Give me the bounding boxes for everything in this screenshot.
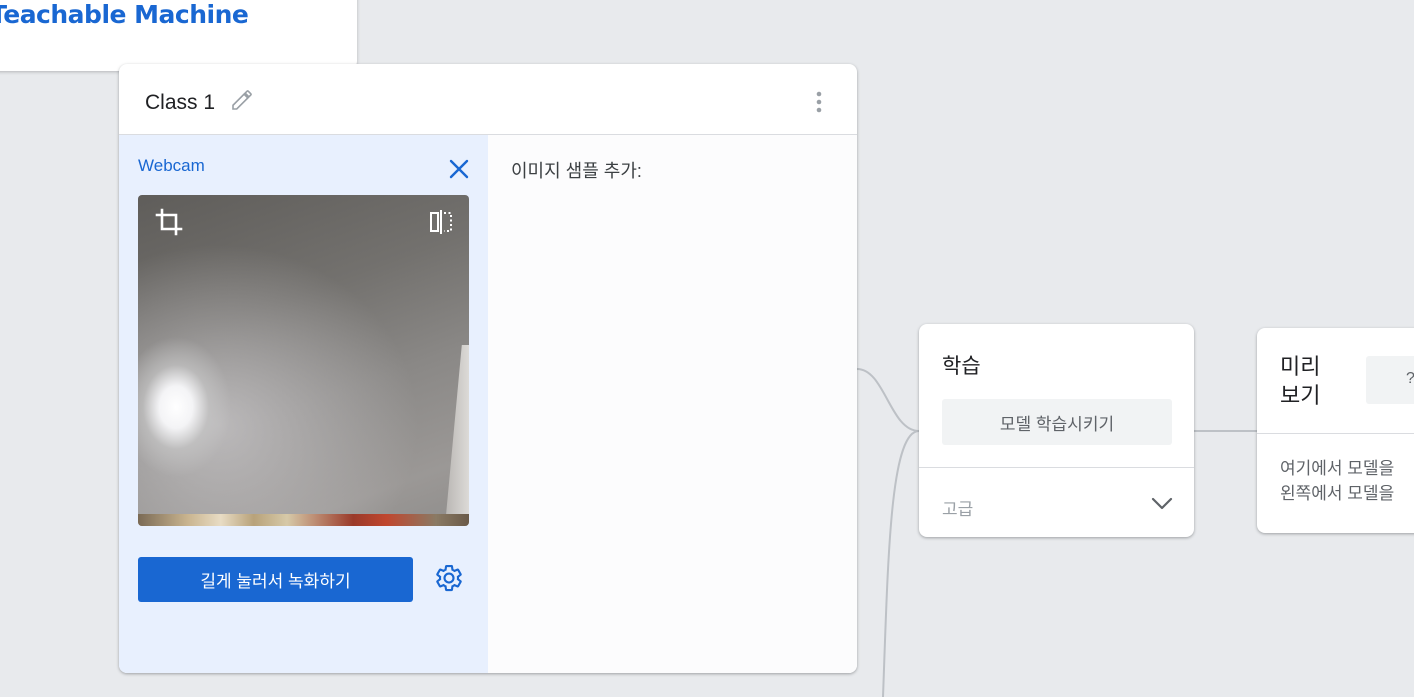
webcam-panel: Webcam 길게 눌러서 녹화하기: [119, 135, 488, 673]
preview-title: 미리 보기: [1280, 352, 1340, 410]
bottom-to-train-connector: [882, 430, 920, 697]
preview-desc-line2: 왼쪽에서 모델을: [1280, 484, 1395, 503]
webcam-scene-shelf: [138, 514, 469, 526]
preview-description: 여기에서 모델을 왼쪽에서 모델을: [1280, 456, 1414, 506]
class-name[interactable]: Class 1: [145, 91, 215, 115]
samples-area: 이미지 샘플 추가:: [488, 135, 857, 673]
advanced-label[interactable]: 고급: [942, 495, 973, 520]
gear-icon[interactable]: [434, 563, 464, 593]
class-card: Class 1 Webcam 길게 눌러서 녹화하기 이미지 샘플 추가:: [119, 64, 857, 673]
export-model-button[interactable]: ?: [1366, 356, 1414, 404]
preview-title-line1: 미리: [1280, 354, 1321, 379]
class-header: Class 1: [119, 64, 857, 135]
app-logo-title[interactable]: Teachable Machine: [0, 0, 249, 29]
logo-card: Teachable Machine: [0, 0, 357, 71]
class-to-train-connector: [856, 368, 920, 432]
webcam-label: Webcam: [138, 156, 205, 175]
flip-icon[interactable]: [428, 209, 454, 235]
training-card: 학습 모델 학습시키기 고급: [919, 324, 1194, 537]
export-icon: ?: [1406, 370, 1414, 388]
close-icon[interactable]: [445, 155, 473, 183]
pencil-icon[interactable]: [230, 88, 254, 112]
preview-divider: [1257, 433, 1414, 434]
training-title: 학습: [942, 355, 981, 378]
add-samples-label: 이미지 샘플 추가:: [511, 161, 642, 181]
webcam-scene-wall: [445, 345, 469, 526]
preview-title-line2: 보기: [1280, 383, 1321, 408]
hold-to-record-button[interactable]: 길게 눌러서 녹화하기: [138, 557, 413, 602]
chevron-down-icon[interactable]: [1149, 490, 1175, 516]
training-divider: [919, 467, 1194, 468]
preview-card: 미리 보기 ? 여기에서 모델을 왼쪽에서 모델을: [1257, 328, 1414, 533]
webcam-preview: [138, 195, 469, 526]
train-model-button[interactable]: 모델 학습시키기: [942, 399, 1172, 445]
more-vert-icon[interactable]: [809, 88, 829, 116]
preview-desc-line1: 여기에서 모델을: [1280, 459, 1395, 478]
crop-icon[interactable]: [154, 207, 184, 237]
